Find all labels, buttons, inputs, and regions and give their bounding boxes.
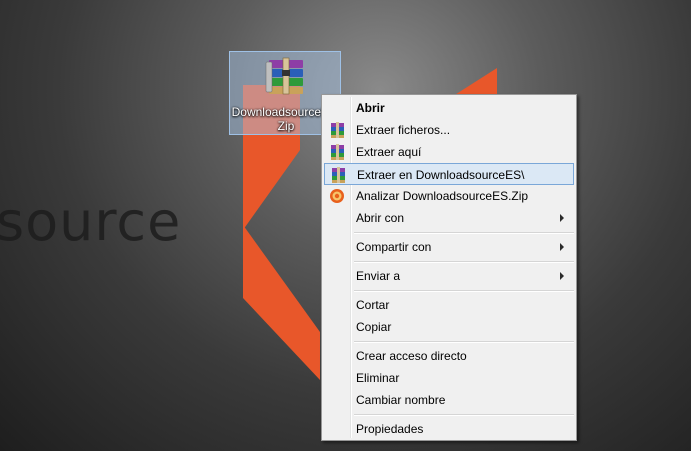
- winrar-icon: [332, 167, 345, 183]
- wallpaper-logo-shape-bottom: [243, 225, 320, 380]
- context-menu: Abrir Extraer ficheros... Extraer aquí E…: [321, 94, 577, 441]
- menu-item-label: Abrir con: [356, 211, 405, 225]
- winrar-icon: [331, 122, 344, 138]
- menu-separator: [354, 341, 574, 343]
- menu-item-label: Abrir: [356, 101, 385, 115]
- winrar-icon: [331, 144, 344, 160]
- menu-separator: [354, 414, 574, 416]
- menu-item-properties[interactable]: Propiedades: [324, 418, 574, 440]
- menu-separator: [354, 261, 574, 263]
- desktop[interactable]: source DownloadsourceES. Zip Abrir Extra…: [0, 0, 691, 451]
- submenu-arrow-icon: [560, 243, 564, 251]
- menu-item-create-shortcut[interactable]: Crear acceso directo: [324, 345, 574, 367]
- menu-item-extract-to-folder[interactable]: Extraer en DownloadsourceES\: [324, 163, 574, 185]
- menu-item-label: Eliminar: [356, 371, 400, 385]
- menu-item-scan[interactable]: Analizar DownloadsourceES.Zip: [324, 185, 574, 207]
- menu-item-cut[interactable]: Cortar: [324, 294, 574, 316]
- menu-separator: [354, 290, 574, 292]
- menu-item-label: Cortar: [356, 298, 390, 312]
- wallpaper-text: source: [0, 190, 182, 253]
- menu-item-label: Extraer en DownloadsourceES\: [357, 168, 525, 182]
- menu-item-label: Crear acceso directo: [356, 349, 467, 363]
- menu-item-send-to[interactable]: Enviar a: [324, 265, 574, 287]
- menu-item-label: Compartir con: [356, 240, 432, 254]
- menu-item-open-with[interactable]: Abrir con: [324, 207, 574, 229]
- submenu-arrow-icon: [560, 214, 564, 222]
- menu-item-label: Extraer ficheros...: [356, 123, 451, 137]
- menu-item-label: Propiedades: [356, 422, 424, 436]
- menu-item-delete[interactable]: Eliminar: [324, 367, 574, 389]
- menu-item-open[interactable]: Abrir: [324, 97, 574, 119]
- menu-item-share-with[interactable]: Compartir con: [324, 236, 574, 258]
- menu-item-label: Cambiar nombre: [356, 393, 446, 407]
- menu-item-extract-files[interactable]: Extraer ficheros...: [324, 119, 574, 141]
- winrar-archive-icon: [265, 57, 303, 95]
- menu-item-extract-here[interactable]: Extraer aquí: [324, 141, 574, 163]
- menu-item-label: Copiar: [356, 320, 392, 334]
- menu-separator: [354, 232, 574, 234]
- submenu-arrow-icon: [560, 272, 564, 280]
- menu-item-copy[interactable]: Copiar: [324, 316, 574, 338]
- menu-item-label: Extraer aquí: [356, 145, 422, 159]
- antivirus-icon: [330, 189, 344, 203]
- menu-item-label: Analizar DownloadsourceES.Zip: [356, 189, 529, 203]
- menu-item-rename[interactable]: Cambiar nombre: [324, 389, 574, 411]
- menu-item-label: Enviar a: [356, 269, 401, 283]
